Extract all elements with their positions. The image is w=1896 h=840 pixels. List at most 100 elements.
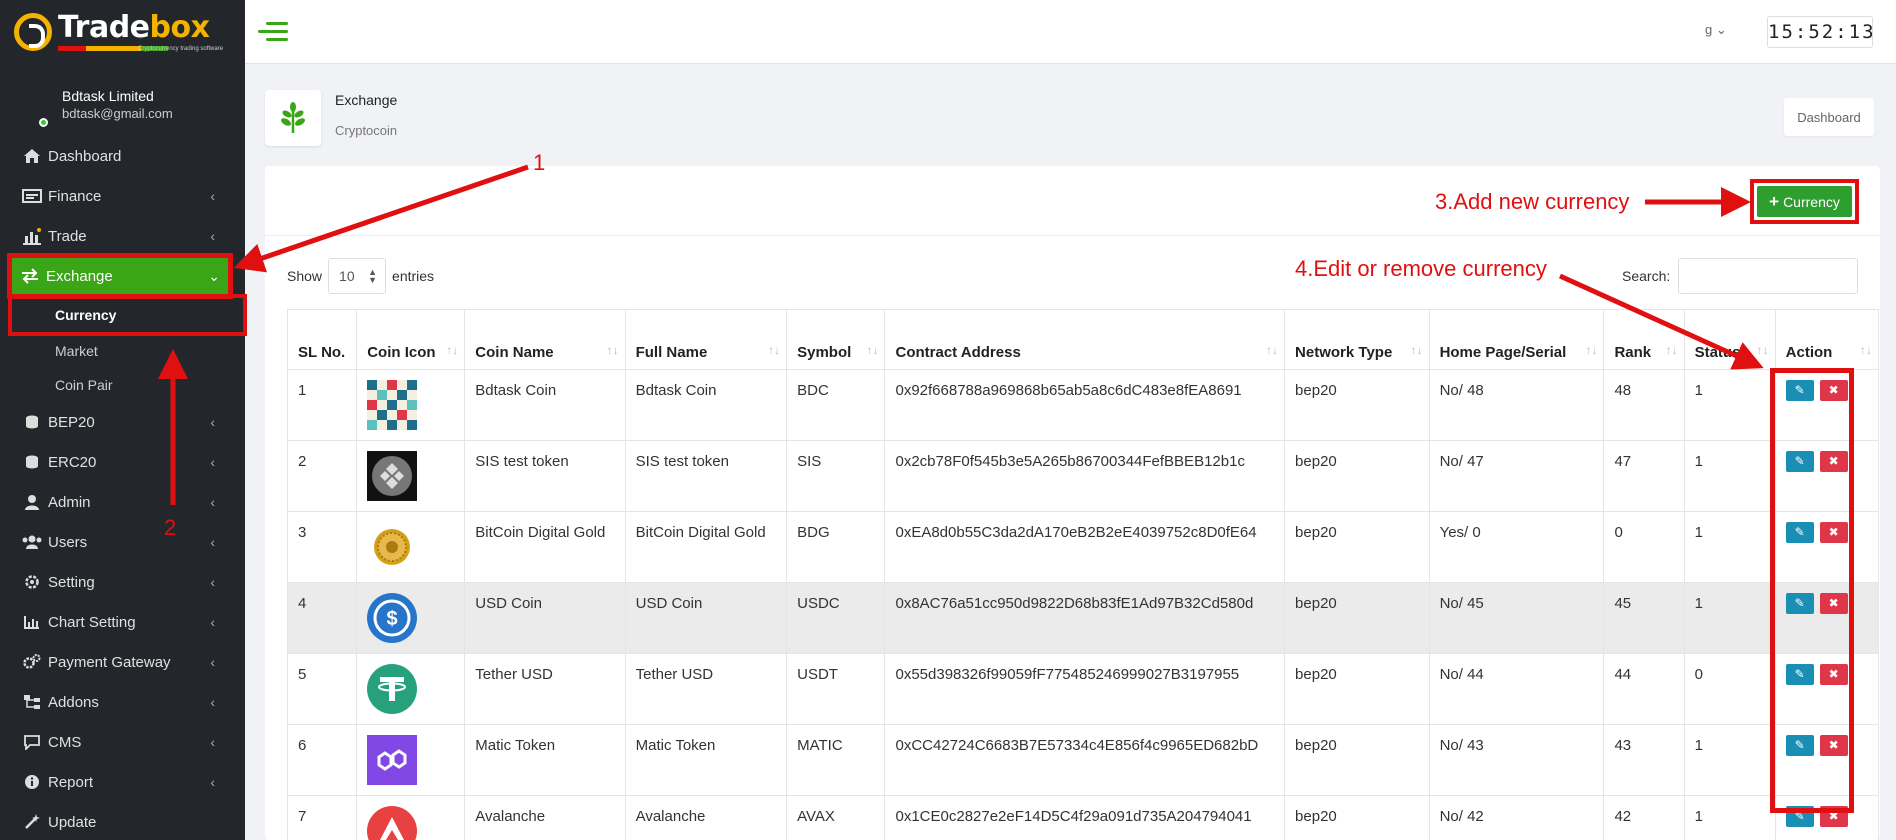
entries-select[interactable]: 10 ▲ ▼ — [328, 258, 387, 294]
cell-home-serial-text: No/ 45 — [1439, 595, 1484, 612]
sidebar-subitem-market[interactable]: Market — [0, 334, 245, 368]
cell-full-name-text: Tether USD — [635, 666, 714, 683]
show-label: Show — [287, 268, 323, 284]
matic-coin-icon — [367, 735, 454, 785]
sidebar-subitem-currency[interactable]: Currency — [8, 294, 247, 336]
cell-full-name: Avalanche — [624, 795, 788, 840]
cell-symbol-text: USDC — [797, 595, 840, 612]
edit-button[interactable]: ✎ — [1785, 593, 1814, 614]
col-header[interactable]: SL No. — [286, 309, 358, 370]
chevron-left-icon: ‹ — [210, 734, 215, 750]
delete-button[interactable]: ✖ — [1819, 451, 1848, 472]
sidebar-item-addons[interactable]: Addons ‹ — [0, 682, 245, 722]
close-icon: ✖ — [1828, 738, 1839, 752]
col-header[interactable]: Full Name ↑↓ — [624, 309, 788, 370]
cell-network-type: bep20 — [1284, 724, 1430, 796]
cell-coin-name-text: Tether USD — [475, 666, 553, 683]
delete-button[interactable]: ✖ — [1819, 664, 1848, 685]
col-header[interactable]: Coin Name ↑↓ — [464, 309, 626, 370]
edit-button[interactable]: ✎ — [1785, 664, 1814, 685]
col-header[interactable]: Coin Icon ↑↓ — [356, 309, 466, 370]
magic-icon — [20, 813, 44, 831]
add-button-highlight: + Currency — [1750, 179, 1859, 224]
col-header-label: Full Name — [635, 344, 708, 361]
cell-coin-icon — [356, 440, 466, 512]
sidebar-item-label: Users — [48, 533, 88, 551]
edit-button[interactable]: ✎ — [1785, 522, 1814, 543]
online-status-icon — [39, 118, 48, 127]
cell-action: ✎ ✖ — [1774, 582, 1880, 654]
sidebar-item-update[interactable]: Update — [0, 802, 245, 840]
sidebar-item-admin[interactable]: Admin ‹ — [0, 482, 245, 522]
breadcrumb-dashboard[interactable]: Dashboard — [1784, 98, 1874, 136]
sidebar-item-setting[interactable]: Setting ‹ — [0, 562, 245, 602]
user-profile[interactable]: Bdtask Limited bdtask@gmail.com — [0, 64, 245, 136]
sidebar-item-report[interactable]: Report ‹ — [0, 762, 245, 802]
action-buttons: ✎ ✖ — [1785, 664, 1868, 685]
col-header[interactable]: Action ↑↓ — [1774, 309, 1880, 370]
sidebar-item-finance[interactable]: Finance ‹ — [0, 176, 245, 216]
cell-home-serial: Yes/ 0 — [1428, 511, 1605, 583]
usdt-coin-icon — [367, 664, 454, 714]
delete-button[interactable]: ✖ — [1819, 806, 1848, 827]
col-header[interactable]: Home Page/Serial ↑↓ — [1428, 309, 1605, 370]
cell-status-text: 1 — [1694, 737, 1703, 754]
sidebar-item-users[interactable]: Users ‹ — [0, 522, 245, 562]
sidebar-item-label: Exchange — [46, 267, 113, 285]
cell-contract-address: 0x8AC76a51cc950d9822D68b83fE1Ad97B32Cd58… — [884, 582, 1286, 654]
sidebar-item-exchange[interactable]: Exchange ⌄ — [7, 253, 233, 299]
cell-contract-address-text: 0x8AC76a51cc950d9822D68b83fE1Ad97B32Cd58… — [895, 595, 1254, 612]
cell-coin-name: Bdtask Coin — [464, 369, 626, 441]
sidebar-subitem-coin-pair[interactable]: Coin Pair — [0, 368, 245, 402]
cell-full-name: Tether USD — [624, 653, 788, 725]
entries-label: entries — [392, 268, 435, 284]
cell-sl-text: 6 — [298, 737, 307, 754]
col-header[interactable]: Rank ↑↓ — [1603, 309, 1685, 370]
sidebar-item-dashboard[interactable]: Dashboard — [0, 136, 245, 176]
search-input[interactable] — [1678, 258, 1859, 294]
table-row: 1 Bdtask Coin Bdtask Coin BDC 0x92f668788a96… — [286, 369, 1880, 441]
edit-button[interactable]: ✎ — [1785, 380, 1814, 401]
col-header-label: Action — [1785, 344, 1833, 361]
edit-button[interactable]: ✎ — [1785, 806, 1814, 827]
add-currency-button[interactable]: + Currency — [1757, 186, 1852, 217]
col-header[interactable]: Symbol ↑↓ — [786, 309, 886, 370]
edit-button[interactable]: ✎ — [1785, 451, 1814, 472]
cell-coin-name: USD Coin — [464, 582, 626, 654]
sort-icon: ↑↓ — [1756, 343, 1769, 357]
cell-contract-address-text: 0x55d398326f99059fF775485246999027B31979… — [895, 666, 1240, 683]
delete-button[interactable]: ✖ — [1819, 735, 1848, 756]
menu-toggle-icon[interactable] — [258, 22, 288, 42]
sidebar-item-erc20[interactable]: ERC20 ‹ — [0, 442, 245, 482]
sidebar-item-trade[interactable]: Trade ‹ — [0, 216, 245, 256]
page-subtitle: Cryptocoin — [335, 123, 398, 138]
sidebar-item-payment-gateway[interactable]: Payment Gateway ‹ — [0, 642, 245, 682]
edit-button[interactable]: ✎ — [1785, 735, 1814, 756]
col-header[interactable]: Network Type ↑↓ — [1284, 309, 1430, 370]
cell-coin-name-text: BitCoin Digital Gold — [475, 524, 606, 541]
sidebar-item-bep20[interactable]: BEP20 ‹ — [0, 402, 245, 442]
cell-full-name-text: Bdtask Coin — [635, 382, 717, 399]
cell-home-serial: No/ 45 — [1428, 582, 1605, 654]
cell-contract-address-text: 0x92f668788a969868b65ab5a8c6dC483e8fEA86… — [895, 382, 1242, 399]
delete-button[interactable]: ✖ — [1819, 593, 1848, 614]
brand-logo[interactable]: Tradebox Cryptocurrency trading software — [0, 0, 245, 64]
col-header-label: Status — [1694, 344, 1741, 361]
table-row: 7 Avalanche Avalanche AVAX 0x1CE0c2827e2eF14… — [286, 795, 1880, 840]
delete-button[interactable]: ✖ — [1819, 380, 1848, 401]
language-dropdown[interactable]: g ⌄ — [1705, 22, 1727, 38]
table-header-row: SL No. Coin Icon ↑↓ Coin Name ↑↓ Full Name… — [286, 309, 1880, 370]
delete-button[interactable]: ✖ — [1819, 522, 1848, 543]
sidebar-item-cms[interactable]: CMS ‹ — [0, 722, 245, 762]
col-header[interactable]: Status ↑↓ — [1683, 309, 1776, 370]
sidebar-item-label: Update — [48, 813, 97, 831]
pencil-icon: ✎ — [1794, 454, 1805, 468]
cell-full-name-text: Matic Token — [635, 737, 716, 754]
action-buttons: ✎ ✖ — [1785, 380, 1868, 401]
cell-coin-name-text: Bdtask Coin — [475, 382, 557, 399]
col-header[interactable]: Contract Address ↑↓ — [884, 309, 1286, 370]
sidebar-item-chart-setting[interactable]: Chart Setting ‹ — [0, 602, 245, 642]
cell-status-text: 1 — [1694, 382, 1703, 399]
col-header-label: Home Page/Serial — [1439, 344, 1567, 361]
cell-full-name-text: SIS test token — [635, 453, 729, 470]
